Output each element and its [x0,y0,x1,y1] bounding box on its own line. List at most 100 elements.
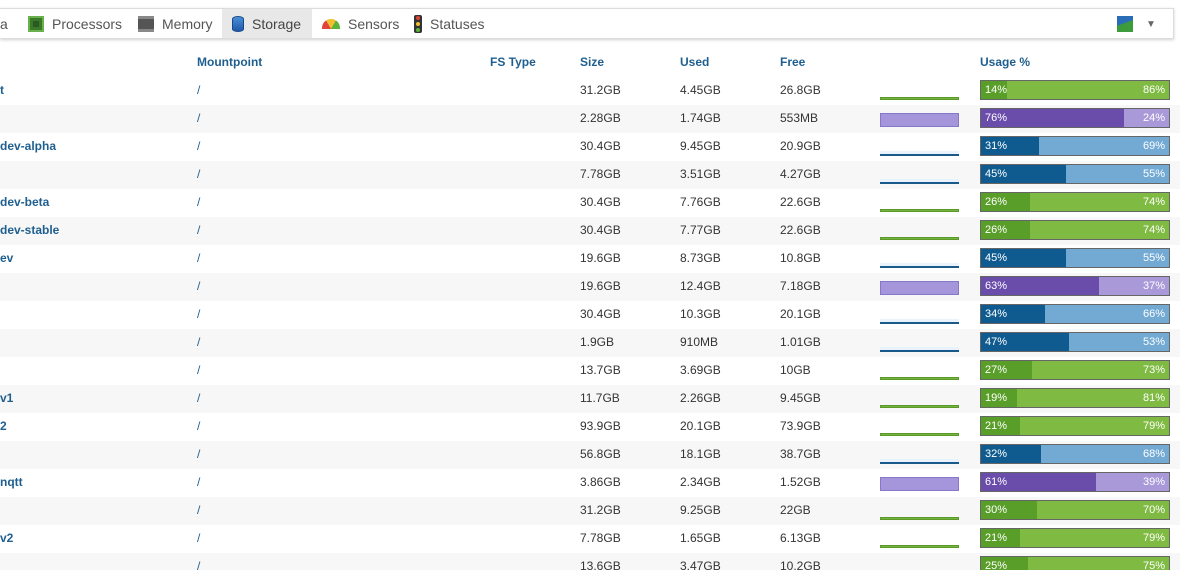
size-value: 2.28GB [580,111,621,125]
account-icon[interactable] [1117,16,1133,32]
usage-free-segment: 74% [1029,221,1169,239]
mountpoint-link[interactable]: / [197,531,200,545]
usage-used-segment: 76% [981,109,1124,127]
mountpoint-link[interactable]: / [197,83,200,97]
usage-bar: 45% 55% [980,248,1170,268]
mountpoint-link[interactable]: / [197,559,200,570]
table-row[interactable]: nqtt / 3.86GB 2.34GB 1.52GB 61% 39% [0,469,1180,497]
mountpoint-link[interactable]: / [197,223,200,237]
mountpoint-link[interactable]: / [197,251,200,265]
header-size[interactable]: Size [580,55,604,69]
mountpoint-link[interactable]: / [197,335,200,349]
header-used[interactable]: Used [680,55,709,69]
table-row[interactable]: / 1.9GB 910MB 1.01GB 47% 53% [0,329,1180,357]
free-value: 10.8GB [780,251,821,265]
usage-used-segment: 45% [981,249,1066,267]
usage-used-segment: 47% [981,333,1070,351]
tab-storage[interactable]: Storage [222,9,312,38]
usage-bar: 21% 79% [980,528,1170,548]
usage-used-segment: 61% [981,473,1096,491]
usage-sparkline [880,263,959,268]
cpu-icon [28,15,44,32]
mountpoint-link[interactable]: / [197,419,200,433]
disk-name-link[interactable]: dev-stable [0,223,59,237]
disk-name-link[interactable]: nqtt [0,475,23,489]
size-value: 30.4GB [580,307,621,321]
free-value: 20.1GB [780,307,821,321]
disk-name-link[interactable]: 2 [0,419,7,433]
usage-sparkline [880,377,959,380]
mountpoint-link[interactable]: / [197,307,200,321]
usage-free-segment: 55% [1065,165,1169,183]
table-row[interactable]: dev-stable / 30.4GB 7.77GB 22.6GB 26% 74% [0,217,1180,245]
table-row[interactable]: / 56.8GB 18.1GB 38.7GB 32% 68% [0,441,1180,469]
table-row[interactable]: ev / 19.6GB 8.73GB 10.8GB 45% 55% [0,245,1180,273]
table-row[interactable]: v1 / 11.7GB 2.26GB 9.45GB 19% 81% [0,385,1180,413]
chevron-down-icon[interactable]: ▼ [1146,19,1156,30]
disk-icon [232,15,244,32]
usage-used-segment: 27% [981,361,1032,379]
mountpoint-link[interactable]: / [197,111,200,125]
table-row[interactable]: / 13.7GB 3.69GB 10GB 27% 73% [0,357,1180,385]
usage-sparkline [880,97,959,100]
free-value: 73.9GB [780,419,821,433]
usage-sparkline [880,477,959,491]
table-row[interactable]: t / 31.2GB 4.45GB 26.8GB 14% 86% [0,77,1180,105]
usage-sparkline [880,113,959,127]
header-fstype[interactable]: FS Type [490,55,536,69]
table-row[interactable]: 2 / 93.9GB 20.1GB 73.9GB 21% 79% [0,413,1180,441]
disk-name-link[interactable]: t [0,83,4,97]
usage-sparkline [880,545,959,548]
header-usage[interactable]: Usage % [980,55,1030,69]
table-row[interactable]: / 2.28GB 1.74GB 553MB 76% 24% [0,105,1180,133]
header-mountpoint[interactable]: Mountpoint [197,55,262,69]
usage-free-segment: 73% [1031,361,1169,379]
usage-used-segment: 21% [981,417,1021,435]
mountpoint-link[interactable]: / [197,279,200,293]
table-row[interactable]: dev-alpha / 30.4GB 9.45GB 20.9GB 31% 69% [0,133,1180,161]
table-row[interactable]: / 30.4GB 10.3GB 20.1GB 34% 66% [0,301,1180,329]
usage-free-segment: 68% [1041,445,1169,463]
disk-name-link[interactable]: v2 [0,531,13,545]
free-value: 10GB [780,363,811,377]
used-value: 4.45GB [680,83,721,97]
usage-used-segment: 31% [981,137,1040,155]
disk-name-link[interactable]: v1 [0,391,13,405]
table-row[interactable]: / 31.2GB 9.25GB 22GB 30% 70% [0,497,1180,525]
table-header: Mountpoint FS Type Size Used Free Usage … [0,55,1180,71]
table-row[interactable]: / 7.78GB 3.51GB 4.27GB 45% 55% [0,161,1180,189]
tab-statuses[interactable]: Statuses [404,9,500,38]
usage-sparkline [880,347,959,352]
table-row[interactable]: / 13.6GB 3.47GB 10.2GB 25% 75% [0,553,1180,570]
tab-processors[interactable]: Processors [18,9,128,38]
mountpoint-link[interactable]: / [197,195,200,209]
mountpoint-link[interactable]: / [197,447,200,461]
free-value: 20.9GB [780,139,821,153]
tab-memory[interactable]: Memory [128,9,222,38]
mountpoint-link[interactable]: / [197,363,200,377]
table-row[interactable]: v2 / 7.78GB 1.65GB 6.13GB 21% 79% [0,525,1180,553]
size-value: 31.2GB [580,503,621,517]
usage-free-segment: 66% [1044,305,1169,323]
mountpoint-link[interactable]: / [197,475,200,489]
size-value: 19.6GB [580,251,621,265]
usage-bar: 21% 79% [980,416,1170,436]
mountpoint-link[interactable]: / [197,503,200,517]
disk-name-link[interactable]: ev [0,251,13,265]
usage-used-segment: 26% [981,221,1030,239]
mountpoint-link[interactable]: / [197,391,200,405]
usage-used-segment: 32% [981,445,1042,463]
usage-sparkline [880,459,959,464]
disk-name-link[interactable]: dev-beta [0,195,49,209]
mountpoint-link[interactable]: / [197,167,200,181]
tab-partial[interactable]: a [0,9,18,38]
header-free[interactable]: Free [780,55,805,69]
tab-sensors[interactable]: Sensors [312,9,404,38]
free-value: 6.13GB [780,531,821,545]
table-row[interactable]: dev-beta / 30.4GB 7.76GB 22.6GB 26% 74% [0,189,1180,217]
size-value: 19.6GB [580,279,621,293]
disk-name-link[interactable]: dev-alpha [0,139,56,153]
size-value: 1.9GB [580,335,615,349]
mountpoint-link[interactable]: / [197,139,200,153]
table-row[interactable]: / 19.6GB 12.4GB 7.18GB 63% 37% [0,273,1180,301]
